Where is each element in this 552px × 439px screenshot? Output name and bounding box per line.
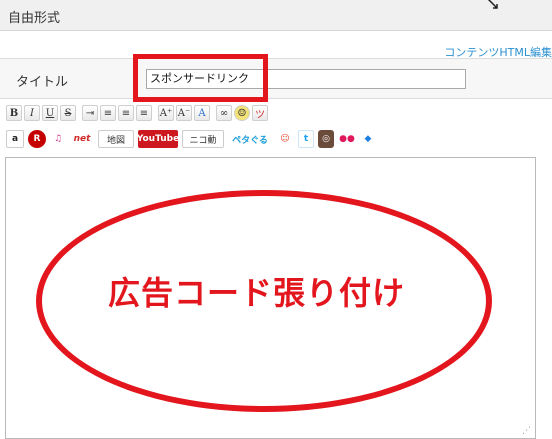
link-button[interactable]: ∞ bbox=[216, 105, 232, 121]
formatting-toolbar: B I U S ⇥ ≡ ≡ ≡ A⁺ A⁻ A ∞ ☺ ツ bbox=[6, 105, 270, 121]
youtube-button[interactable]: YouTube bbox=[137, 130, 179, 148]
panel-header: 自由形式 bbox=[0, 0, 552, 31]
petagogu-button[interactable]: ペタぐる bbox=[228, 130, 272, 148]
annotation-text: 広告コード張り付け bbox=[108, 274, 406, 312]
font-size-decrease-button[interactable]: A⁻ bbox=[176, 105, 192, 121]
kaomoji-button[interactable]: ツ bbox=[252, 105, 268, 121]
bold-button[interactable]: B bbox=[6, 105, 22, 121]
align-right-button[interactable]: ≡ bbox=[136, 105, 152, 121]
align-center-button[interactable]: ≡ bbox=[118, 105, 134, 121]
ameba-net-button[interactable]: net bbox=[70, 130, 94, 148]
music-button[interactable]: ♫ bbox=[50, 130, 66, 148]
rakuten-button[interactable]: R bbox=[28, 130, 46, 148]
indent-button[interactable]: ⇥ bbox=[82, 105, 98, 121]
mouse-cursor-icon bbox=[487, 0, 498, 9]
map-button[interactable]: 地図 bbox=[98, 130, 134, 148]
amazon-button[interactable]: a bbox=[6, 130, 24, 148]
underline-button[interactable]: U bbox=[42, 105, 58, 121]
italic-button[interactable]: I bbox=[24, 105, 40, 121]
title-label: タイトル bbox=[16, 75, 69, 90]
title-input[interactable]: スポンサードリンク bbox=[146, 69, 466, 89]
flickr-button[interactable]: ●● bbox=[338, 130, 356, 148]
niconico-button[interactable]: ニコ動 bbox=[182, 130, 224, 148]
insert-toolbar: a R ♫ net 地図 YouTube ニコ動 ペタぐる ☺ t ◎ ●● ◆ bbox=[6, 130, 380, 148]
resize-grip-icon[interactable]: ⋰ bbox=[522, 426, 531, 436]
twitter-button[interactable]: t bbox=[298, 130, 314, 148]
panel-title: 自由形式 bbox=[8, 11, 61, 26]
font-color-button[interactable]: A bbox=[194, 105, 210, 121]
strikethrough-button[interactable]: S bbox=[60, 105, 76, 121]
ameba-pigg-button[interactable]: ☺ bbox=[276, 130, 294, 148]
font-size-increase-button[interactable]: A⁺ bbox=[158, 105, 174, 121]
align-left-button[interactable]: ≡ bbox=[100, 105, 116, 121]
emoji-button[interactable]: ☺ bbox=[234, 105, 250, 121]
instagram-button[interactable]: ◎ bbox=[318, 130, 334, 148]
dropbox-button[interactable]: ◆ bbox=[360, 130, 376, 148]
